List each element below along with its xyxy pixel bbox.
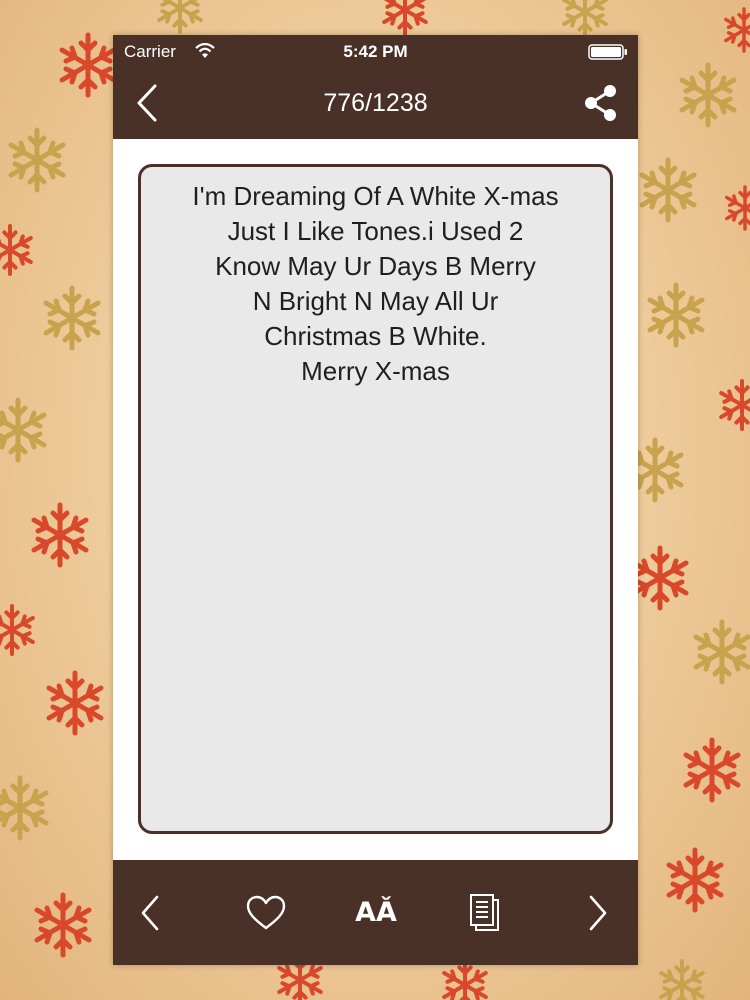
copy-icon <box>470 893 499 931</box>
favorite-button[interactable] <box>243 890 289 935</box>
font-size-button[interactable]: AǍ <box>353 890 399 935</box>
navigation-bar: 776/1238 <box>113 69 638 139</box>
bottom-toolbar: AǍ <box>113 860 638 965</box>
message-text: I'm Dreaming Of A White X-mas Just I Lik… <box>192 181 559 386</box>
heart-icon <box>246 895 286 929</box>
copy-button[interactable] <box>463 890 507 935</box>
message-card: I'm Dreaming Of A White X-mas Just I Lik… <box>138 164 613 834</box>
chevron-left-icon <box>141 895 159 930</box>
status-bar: Carrier 5:42 PM <box>113 35 638 69</box>
message-counter: 776/1238 <box>323 89 428 117</box>
battery-icon <box>588 44 627 60</box>
status-time: 5:42 PM <box>343 42 408 61</box>
share-icon <box>585 85 616 121</box>
top-bar: Carrier 5:42 PM 776/1238 <box>113 35 638 139</box>
share-button[interactable] <box>582 83 620 123</box>
chevron-right-icon <box>589 895 607 930</box>
next-button[interactable] <box>583 890 613 935</box>
previous-button[interactable] <box>135 890 165 935</box>
app-screen: Carrier 5:42 PM 776/1238 I'm Dreaming Of… <box>113 35 638 965</box>
